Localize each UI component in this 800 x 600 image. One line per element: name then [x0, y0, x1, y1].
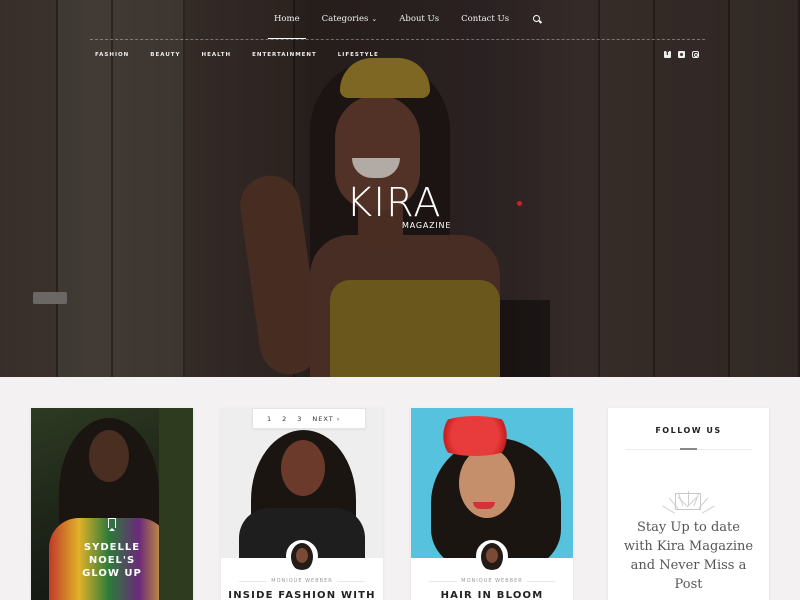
nav-categories-label: Categories	[321, 14, 369, 24]
next-page-link[interactable]: NEXT ›	[312, 415, 340, 423]
category-fashion[interactable]: FASHION	[95, 52, 129, 58]
post-title-line: SYDELLE	[83, 542, 141, 553]
widget-title: FOLLOW US	[655, 426, 722, 435]
category-health[interactable]: HEALTH	[202, 52, 232, 58]
site-logo[interactable]: KIRA MAGAZINE	[346, 183, 456, 235]
nav-divider	[90, 39, 705, 40]
twitter-icon[interactable]	[678, 51, 685, 58]
nav-home[interactable]: Home	[268, 0, 306, 39]
category-navigation: FASHION BEAUTY HEALTH ENTERTAINMENT LIFE…	[95, 52, 400, 58]
page-link-1[interactable]: 1	[267, 415, 271, 423]
post-title[interactable]: SYDELLE NOEL'S GLOW UP	[31, 541, 193, 580]
post-card[interactable]: MONIQUE WEBBER INSIDE FASHION WITH	[221, 408, 383, 600]
follow-us-widget: FOLLOW US Stay Up to date with Kira Maga…	[608, 408, 769, 600]
instagram-icon[interactable]	[692, 51, 699, 58]
search-icon[interactable]	[533, 14, 542, 24]
chevron-down-icon: ⌄	[371, 15, 378, 23]
divider-accent	[680, 448, 697, 450]
category-lifestyle[interactable]: LIFESTYLE	[338, 52, 379, 58]
post-image	[411, 408, 573, 558]
category-beauty[interactable]: BEAUTY	[150, 52, 180, 58]
social-links	[664, 49, 699, 58]
nav-about-us[interactable]: About Us	[399, 0, 439, 38]
post-title-line: GLOW UP	[82, 568, 142, 579]
facebook-icon[interactable]	[664, 49, 671, 58]
post-author[interactable]: MONIQUE WEBBER	[411, 578, 573, 584]
post-title-line: NOEL'S	[88, 555, 136, 566]
page-link-2[interactable]: 2	[282, 415, 286, 423]
envelope-icon	[675, 493, 701, 510]
pagination: 1 2 3 NEXT ›	[252, 408, 366, 429]
nav-contact-us[interactable]: Contact Us	[461, 0, 509, 38]
author-avatar[interactable]	[286, 540, 318, 572]
category-entertainment[interactable]: ENTERTAINMENT	[252, 52, 317, 58]
post-image	[221, 408, 383, 558]
post-card[interactable]: MONIQUE WEBBER HAIR IN BLOOM	[411, 408, 573, 600]
slider-indicator-dot[interactable]	[517, 201, 522, 206]
post-title[interactable]: HAIR IN BLOOM	[411, 590, 573, 600]
post-title[interactable]: INSIDE FASHION WITH	[221, 590, 383, 600]
newsletter-text: Stay Up to date with Kira Magazine and N…	[623, 520, 754, 592]
nav-categories[interactable]: Categories ⌄	[322, 0, 378, 38]
logo-wordmark: KIRA	[346, 180, 442, 226]
main-navigation: Home Categories ⌄ About Us Contact Us	[0, 0, 800, 40]
post-author[interactable]: MONIQUE WEBBER	[221, 578, 383, 584]
author-avatar[interactable]	[476, 540, 508, 572]
page-link-3[interactable]: 3	[297, 415, 301, 423]
logo-subtitle: MAGAZINE	[402, 221, 452, 230]
bookmark-icon[interactable]	[108, 518, 116, 531]
